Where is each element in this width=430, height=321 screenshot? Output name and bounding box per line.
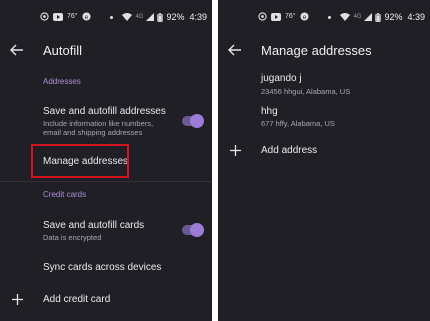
address-name: hhg	[261, 106, 278, 117]
battery-icon	[375, 12, 382, 22]
clock-text: 4:39	[189, 12, 207, 22]
battery-percent-text: 92%	[384, 12, 403, 22]
add-address-label: Add address	[261, 145, 318, 156]
network-type-text: 4G	[135, 14, 144, 20]
autofill-screen: 76° e 4G 92% 4:39 Autofill Addresses Sav…	[0, 0, 212, 321]
status-bar-notifications: 76° e	[258, 12, 309, 21]
app-bar: Manage addresses	[218, 32, 430, 68]
page-title: Manage addresses	[261, 43, 372, 58]
wifi-icon	[340, 13, 351, 21]
svg-text:e: e	[302, 14, 306, 21]
battery-percent-text: 92%	[166, 12, 185, 22]
manage-addresses-screen: 76° e 4G 92% 4:39 Manage addresses jugan…	[218, 0, 430, 321]
toggle-knob	[190, 223, 204, 237]
signal-icon	[146, 13, 155, 21]
whatsapp-icon	[40, 12, 49, 21]
dot-icon	[110, 15, 114, 19]
address-line: 23456 hhgui, Alabama, US	[261, 87, 351, 96]
signal-icon	[364, 13, 373, 21]
battery-icon	[157, 12, 164, 22]
app-bar: Autofill	[0, 32, 212, 68]
wifi-icon	[122, 13, 133, 21]
page-title: Autofill	[43, 43, 83, 58]
status-bar-system: 4G 92% 4:39	[328, 12, 425, 22]
back-arrow-icon	[10, 44, 23, 56]
address-line: 677 hffy, Alabama, US	[261, 119, 335, 128]
back-button[interactable]	[8, 41, 26, 59]
save-addresses-toggle[interactable]	[182, 114, 204, 128]
save-cards-subtitle: Data is encrypted	[43, 233, 102, 242]
app-notification-icon: e	[300, 12, 309, 21]
whatsapp-icon	[258, 12, 267, 21]
temperature-text: 76°	[285, 13, 296, 20]
sync-cards-item[interactable]: Sync cards across devices	[43, 262, 161, 273]
svg-text:e: e	[84, 14, 88, 21]
status-bar-notifications: 76° e	[40, 12, 91, 21]
app-notification-icon: e	[82, 12, 91, 21]
save-addresses-subtitle-2: email and shipping addresses	[43, 128, 143, 137]
divider	[0, 181, 212, 182]
save-addresses-title: Save and autofill addresses	[43, 106, 166, 117]
status-bar-system: 4G 92% 4:39	[110, 12, 207, 22]
temperature-text: 76°	[67, 13, 78, 20]
address-name: jugando j	[261, 73, 302, 84]
clock-text: 4:39	[407, 12, 425, 22]
plus-icon	[11, 293, 23, 305]
back-button[interactable]	[226, 41, 244, 59]
save-cards-title: Save and autofill cards	[43, 220, 145, 231]
add-credit-card-label: Add credit card	[43, 294, 111, 305]
youtube-icon	[271, 12, 281, 21]
back-arrow-icon	[228, 44, 241, 56]
plus-icon	[229, 144, 241, 156]
youtube-icon	[53, 12, 63, 21]
network-type-text: 4G	[353, 14, 362, 20]
highlight-annotation	[31, 144, 129, 178]
dot-icon	[328, 15, 332, 19]
save-cards-toggle[interactable]	[182, 223, 204, 237]
section-header-credit-cards: Credit cards	[43, 190, 87, 199]
section-header-addresses: Addresses	[43, 77, 81, 86]
toggle-knob	[190, 114, 204, 128]
